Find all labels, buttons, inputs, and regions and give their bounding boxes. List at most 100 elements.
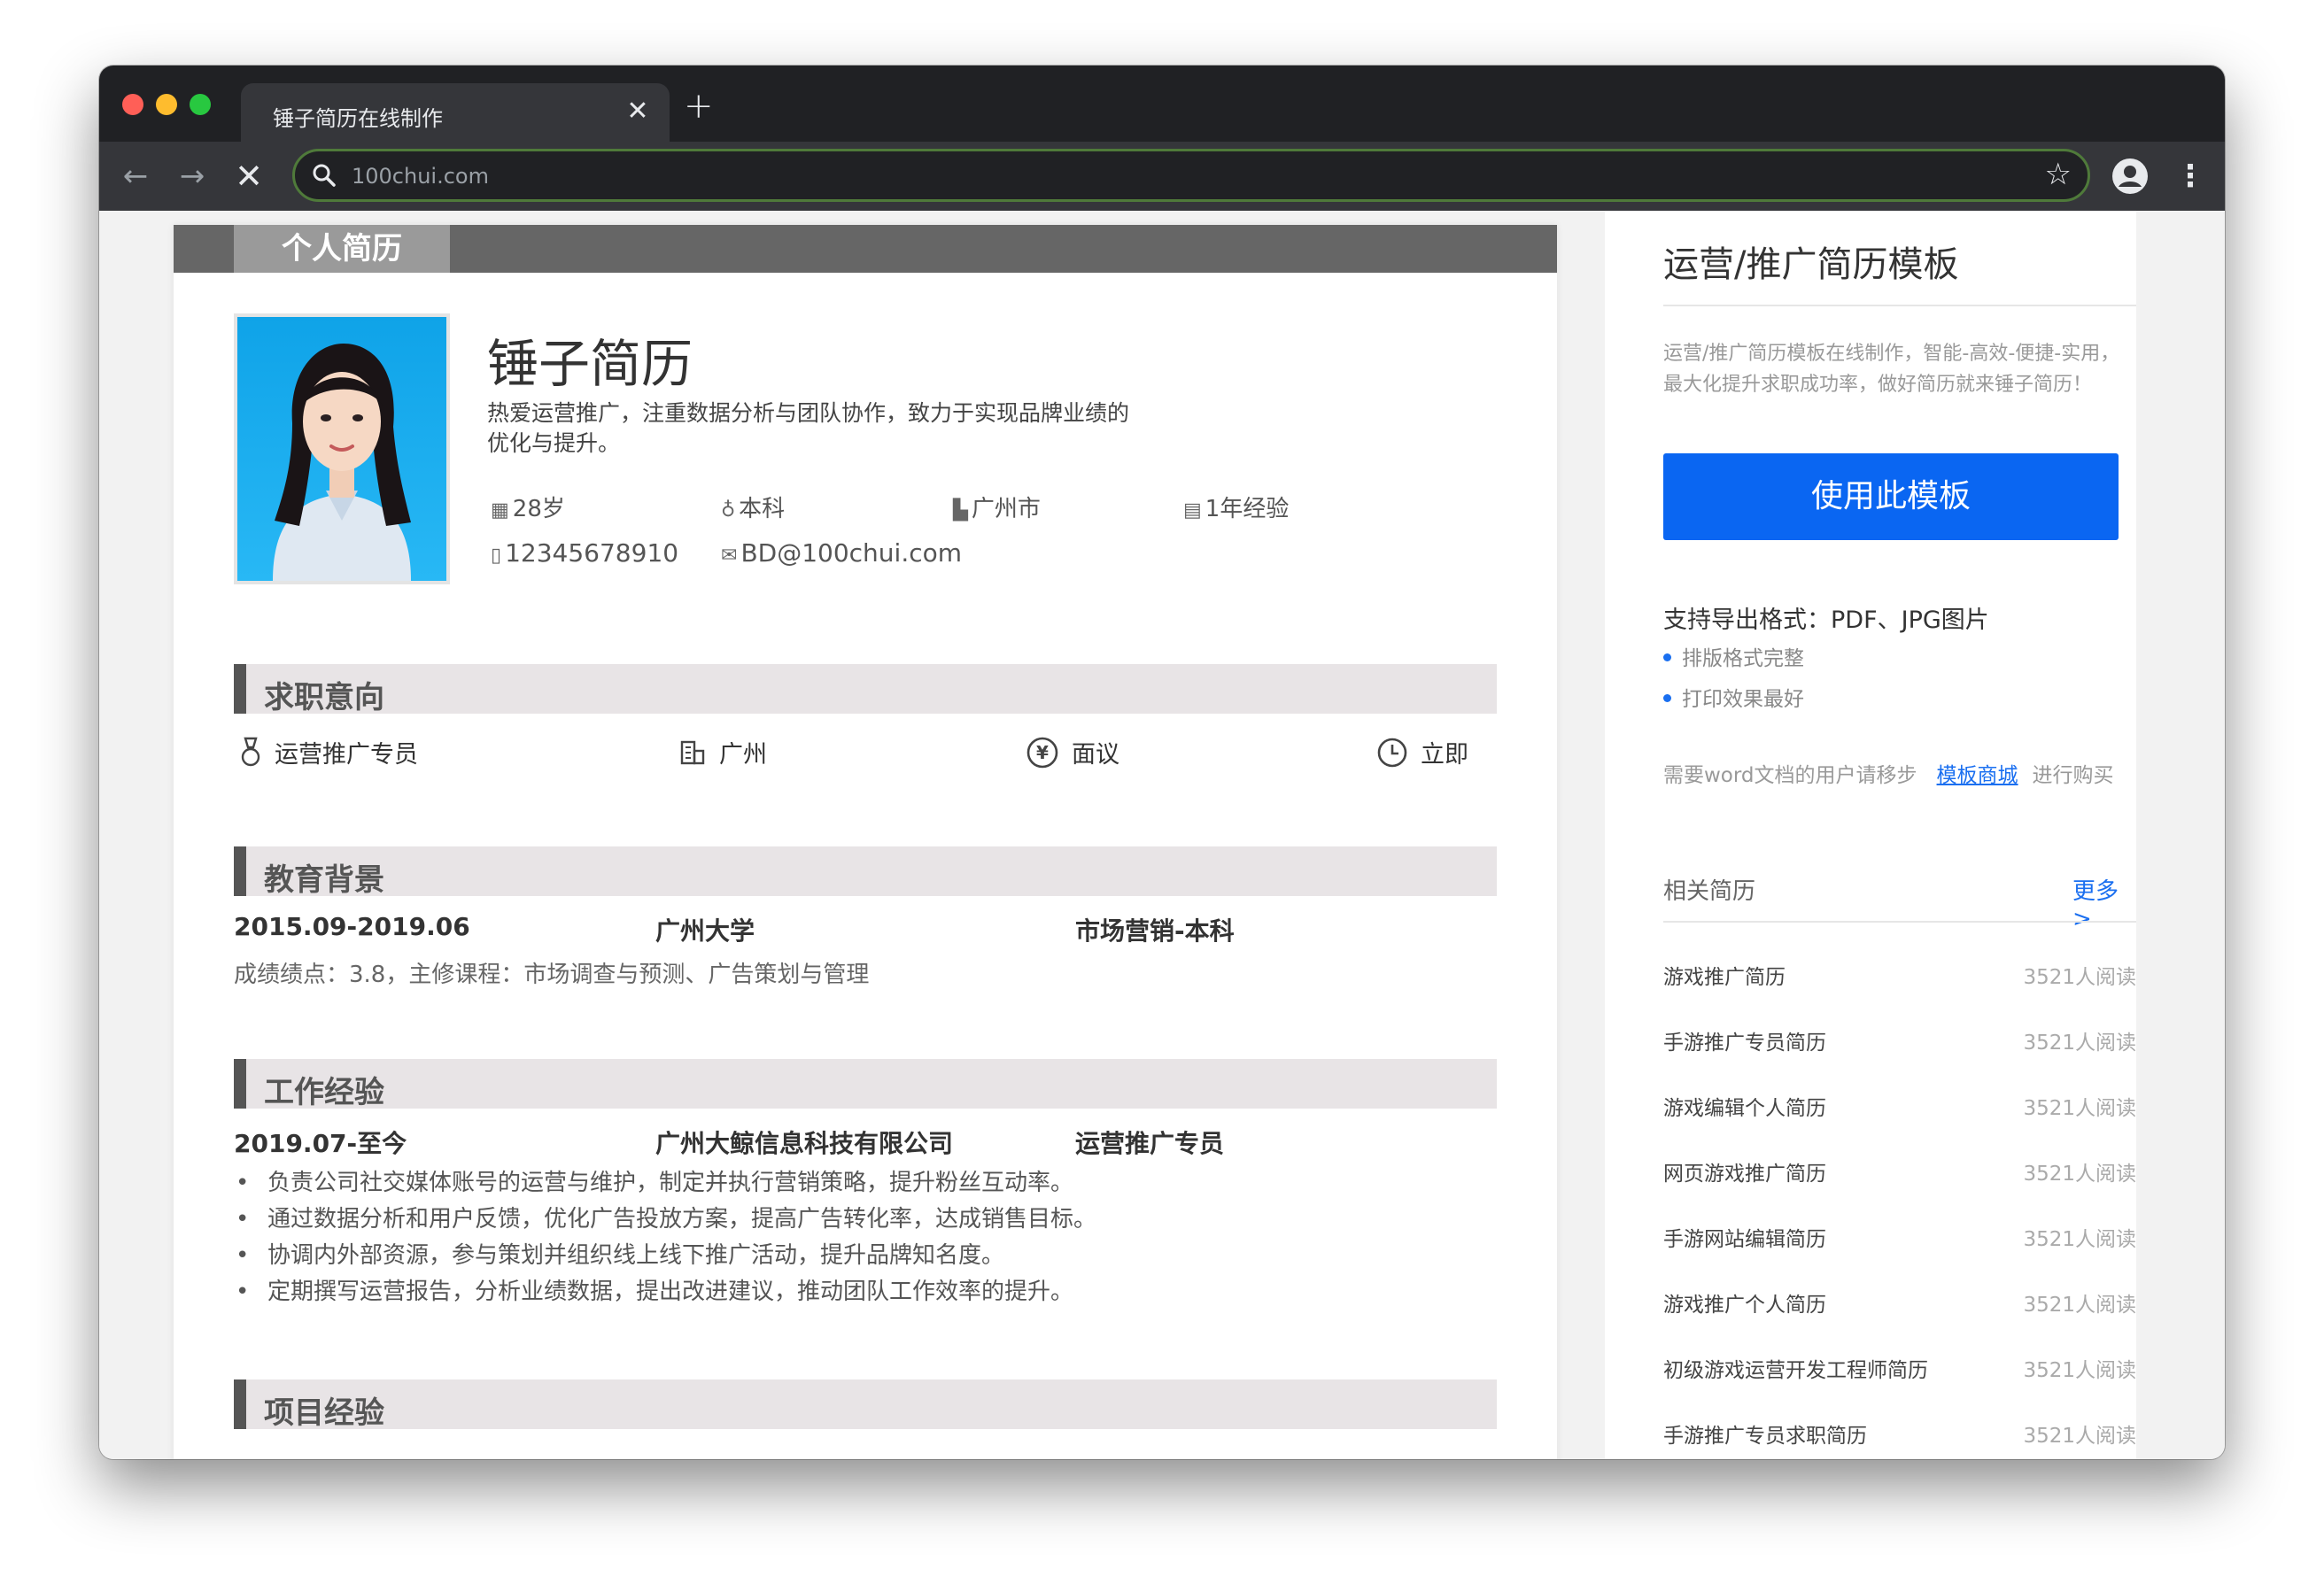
yen-icon: ¥ (1026, 737, 1058, 768)
section-education-title: 教育背景 (264, 862, 384, 898)
section-project-title: 项目经验 (264, 1395, 384, 1431)
info-age: ▦ 28岁 (491, 491, 565, 523)
intent-salary-value: 面议 (1072, 741, 1119, 769)
related-item-name[interactable]: 手游推广专员简历 (1663, 1025, 1826, 1055)
related-item[interactable]: 网页游戏推广简历 3521人阅读 (1663, 1156, 2136, 1192)
related-resumes-title: 相关简历 (1663, 878, 1756, 905)
education-period: 2015.09-2019.06 (234, 912, 470, 941)
forward-arrow-icon[interactable]: → (170, 154, 214, 198)
related-item-name[interactable]: 手游推广专员求职简历 (1663, 1418, 1867, 1449)
building-icon: ▙ (953, 499, 968, 522)
sidebar-divider (1663, 305, 2136, 306)
clock-icon (1377, 738, 1407, 767)
url-text[interactable]: 100chui.com (352, 164, 489, 189)
work-bullets: 负责公司社交媒体账号的运营与维护，制定并执行营销策略，提升粉丝互动率。 通过数据… (234, 1165, 1208, 1310)
maximize-window-button[interactable] (190, 94, 211, 115)
degree-value: 本科 (739, 496, 786, 522)
info-email: ✉ BD@100chui.com (721, 538, 962, 568)
resume-intro: 热爱运营推广，注重数据分析与团队协作，致力于实现品牌业绩的优化与提升。 (487, 400, 1130, 456)
phone-value: 12345678910 (505, 538, 679, 568)
tab-close-icon[interactable]: ✕ (622, 96, 654, 128)
section-work: 工作经验 (234, 1059, 1497, 1110)
related-item-count: 3521人阅读 (2023, 1425, 2136, 1448)
work-bullet: 负责公司社交媒体账号的运营与维护，制定并执行营销策略，提升粉丝互动率。 (234, 1165, 1208, 1202)
tab-title: 锤子简历在线制作 (273, 106, 443, 131)
sidebar-description: 运营/推广简历模板在线制作，智能-高效-便捷-实用，最大化提升求职成功率，做好简… (1663, 343, 2120, 396)
stop-loading-icon[interactable]: ✕ (227, 154, 271, 198)
building-icon (680, 740, 705, 764)
browser-toolbar: ← → ✕ 100chui.com ☆ ⋮ (99, 142, 2225, 211)
section-accent (234, 1059, 246, 1109)
more-link[interactable]: 更多> (2072, 873, 2136, 932)
intent-availability: 立即 (1376, 735, 1468, 769)
work-company: 广州大鲸信息科技有限公司 (655, 1129, 954, 1158)
related-item[interactable]: 游戏编辑个人简历 3521人阅读 (1663, 1091, 2136, 1126)
related-item-count: 3521人阅读 (2023, 1228, 2136, 1251)
education-major: 市场营销-本科 (1075, 916, 1235, 946)
address-bar[interactable]: 100chui.com ☆ (292, 149, 2090, 202)
section-project: 项目经验 (234, 1379, 1497, 1431)
education-detail: 成绩绩点：3.8，主修课程：市场调查与预测、广告策划与管理 (234, 962, 870, 988)
section-accent (234, 664, 246, 714)
related-item[interactable]: 游戏推广简历 3521人阅读 (1663, 960, 2136, 995)
section-intent-title: 求职意向 (264, 680, 384, 715)
bookmark-star-icon[interactable]: ☆ (2045, 157, 2072, 192)
related-item-name[interactable]: 游戏推广简历 (1663, 960, 1786, 990)
graduation-cap-icon: ♁ (721, 499, 736, 522)
phone-icon: ▯ (491, 545, 502, 567)
bullet-dot-icon (1663, 694, 1671, 702)
new-tab-button[interactable]: + (684, 89, 714, 124)
info-experience: ▤ 1年经验 (1183, 491, 1289, 523)
browser-menu-icon[interactable]: ⋮ (2175, 154, 2205, 198)
info-city: ▙ 广州市 (953, 491, 1041, 523)
close-window-button[interactable] (122, 94, 143, 115)
section-intent: 求职意向 (234, 664, 1497, 715)
related-item[interactable]: 初级游戏运营开发工程师简历 3521人阅读 (1663, 1353, 2136, 1388)
experience-value: 1年经验 (1205, 496, 1290, 522)
related-item[interactable]: 手游推广专员简历 3521人阅读 (1663, 1025, 2136, 1061)
browser-tab-active[interactable]: 锤子简历在线制作 ✕ (241, 83, 670, 142)
related-item-count: 3521人阅读 (2023, 1163, 2136, 1186)
tab-bar: 锤子简历在线制作 ✕ + (99, 66, 2225, 142)
related-item-name[interactable]: 手游网站编辑简历 (1663, 1222, 1826, 1252)
intent-position-value: 运营推广专员 (275, 741, 418, 769)
feature-item: 排版格式完整 (1663, 641, 1804, 671)
related-item[interactable]: 游戏推广个人简历 3521人阅读 (1663, 1287, 2136, 1323)
back-arrow-icon[interactable]: ← (113, 154, 158, 198)
svg-text:¥: ¥ (1036, 742, 1049, 763)
age-value: 28岁 (512, 496, 565, 522)
related-item[interactable]: 手游网站编辑简历 3521人阅读 (1663, 1222, 2136, 1257)
intent-city: 广州 (678, 735, 767, 769)
word-note-prefix: 需要word文档的用户请移步 (1663, 764, 1917, 787)
related-item-name[interactable]: 初级游戏运营开发工程师简历 (1663, 1353, 1928, 1383)
word-note-suffix: 进行购买 (2032, 764, 2114, 787)
sidebar-title: 运营/推广简历模板 (1663, 244, 1959, 285)
info-degree: ♁ 本科 (721, 491, 785, 523)
account-icon[interactable] (2111, 158, 2149, 195)
city-value: 广州市 (971, 496, 1041, 522)
calendar-icon: ▦ (491, 499, 509, 522)
education-school: 广州大学 (655, 916, 755, 946)
related-item-name[interactable]: 游戏推广个人简历 (1663, 1287, 1826, 1318)
related-item[interactable]: 手游推广专员求职简历 3521人阅读 (1663, 1418, 2136, 1454)
resume-preview: 个人简历 锤子简历 热爱运营推广，注重数据分析与团队协作，致力于实现品牌业绩的优… (174, 225, 1557, 1459)
work-period: 2019.07-至今 (234, 1129, 407, 1158)
section-accent (234, 1379, 246, 1429)
document-icon: ▤ (1183, 499, 1202, 522)
use-template-button[interactable]: 使用此模板 (1663, 453, 2119, 540)
intent-position: 运营推广专员 (239, 735, 418, 769)
related-item-count: 3521人阅读 (2023, 1294, 2136, 1317)
related-item-count: 3521人阅读 (2023, 1097, 2136, 1120)
work-bullet: 通过数据分析和用户反馈，优化广告投放方案，提高广告转化率，达成销售目标。 (234, 1202, 1208, 1238)
related-item-name[interactable]: 游戏编辑个人简历 (1663, 1091, 1826, 1121)
feature-text: 排版格式完整 (1682, 647, 1804, 670)
related-item-name[interactable]: 网页游戏推广简历 (1663, 1156, 1826, 1186)
intent-city-value: 广州 (719, 741, 767, 769)
work-role: 运营推广专员 (1075, 1129, 1225, 1158)
resume-header-bar: 个人简历 (174, 225, 1557, 273)
template-store-link[interactable]: 模板商城 (1937, 764, 2018, 787)
related-divider (1663, 921, 2136, 923)
medal-icon (241, 737, 260, 766)
template-sidebar: 运营/推广简历模板 运营/推广简历模板在线制作，智能-高效-便捷-实用，最大化提… (1605, 211, 2136, 1459)
minimize-window-button[interactable] (156, 94, 177, 115)
